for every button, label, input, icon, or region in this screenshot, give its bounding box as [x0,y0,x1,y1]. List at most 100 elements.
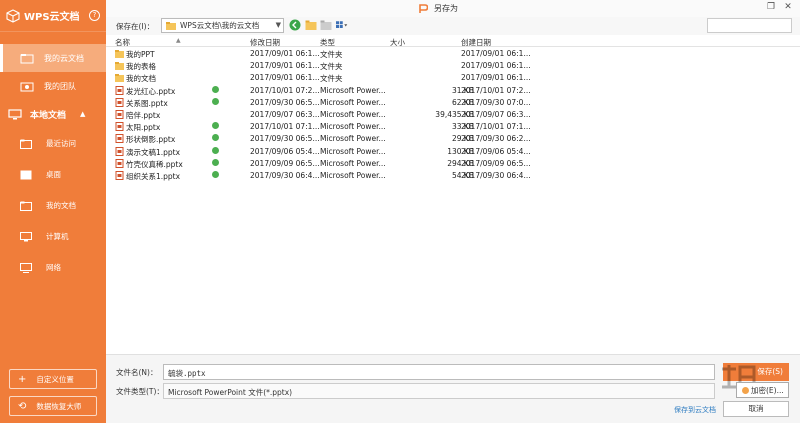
plus-icon: + [18,373,27,385]
file-created: 2017/09/01 06:1... [461,61,531,71]
dialog-title-text: 另存为 [434,4,458,13]
sidebar-item-desktop[interactable]: 桌面 [0,159,106,190]
data-recovery-button[interactable]: ⟲ 数据恢复大师 [9,396,97,416]
file-type: Microsoft Power... [320,170,386,180]
chevron-down-icon: ▼ [275,21,281,29]
save-location-select[interactable]: WPS云文档\我的云文档 ▼ [161,18,284,33]
back-icon[interactable] [289,19,301,31]
local-docs-header[interactable]: 本地文档 ▲ [0,100,106,128]
brand-header: WPS云文档 ? [0,0,106,32]
help-icon[interactable]: ? [89,10,100,21]
team-icon [20,82,34,91]
synced-check-icon [212,158,219,166]
sidebar-item-my-documents[interactable]: 我的文档 [0,190,106,221]
local-docs-label: 本地文档 [30,110,67,121]
save-location-value: WPS云文档\我的云文档 [180,21,260,30]
lock-icon [742,386,749,394]
table-row[interactable]: 竹壳仪真稀.pptx 2017/09/09 06:5... Microsoft Po… [106,157,800,169]
file-modified: 2017/09/30 06:5... [250,97,320,107]
custom-location-button[interactable]: + 自定义位置 [9,369,97,389]
file-created: 2017/09/30 07:0... [461,97,531,107]
table-row[interactable]: 发光红心.pptx 2017/10/01 07:2... Microsoft Pow… [106,84,800,96]
encrypt-label: 加密(E)... [751,385,784,395]
table-row[interactable]: 太阳.pptx 2017/10/01 07:1... Microsoft Power… [106,120,800,132]
sidebar-item-network[interactable]: 网络 [0,252,106,283]
file-type: Microsoft Power... [320,134,386,144]
cloud-folder-icon [20,53,34,63]
encrypt-button[interactable]: 加密(E)... [736,382,789,398]
table-row[interactable]: 形状倒影.pptx 2017/09/30 06:5... Microsoft Pow… [106,132,800,144]
file-modified: 2017/09/06 05:4... [250,146,320,156]
folder-icon [115,50,124,58]
pptx-file-icon [115,85,124,95]
restore-button[interactable]: ❐ [764,2,778,14]
dialog-title: 另存为 [419,3,458,14]
sidebar-item-recent[interactable]: 最近访问 [0,128,106,159]
cancel-button[interactable]: 取消 [723,401,789,417]
save-options-panel: 文件名(N)： 毓袋.pptx 文件类型(T)： Microsoft Power… [106,354,800,423]
folder-icon [115,74,124,83]
custom-location-label: 自定义位置 [36,374,74,384]
table-row[interactable]: 我的PPT 2017/09/01 06:1... 文件夹 2017/09/01 06:… [106,47,800,59]
file-created: 2017/09/09 06:5... [461,158,531,168]
table-row[interactable]: 陪伴.pptx 2017/09/07 06:3... Microsoft Power… [106,108,800,120]
file-created: 2017/10/01 07:2... [461,85,531,95]
table-row[interactable]: 演示文稿1.pptx 2017/09/06 05:4... Microsoft Po… [106,145,800,157]
view-menu-icon[interactable] [336,19,348,31]
file-rows: 我的PPT 2017/09/01 06:1... 文件夹 2017/09/01 06:… [106,47,800,181]
file-created: 2017/09/30 06:4... [461,170,531,180]
pptx-file-icon [115,109,124,119]
recovery-icon: ⟲ [18,400,27,412]
list-header: ▲ 名称 修改日期 类型 大小 创建日期 [106,35,800,47]
file-name: 组织关系1.pptx [126,171,181,181]
synced-check-icon [212,85,219,93]
file-created: 2017/09/07 06:3... [461,109,531,119]
pptx-file-icon [115,134,124,144]
file-modified: 2017/09/01 06:1... [250,73,320,83]
sidebar-item-label: 网络 [46,263,61,272]
synced-check-icon [212,146,219,154]
save-to-cloud-link[interactable]: 保存到云文档 [674,405,716,415]
file-modified: 2017/10/01 07:2... [250,85,320,95]
file-modified: 2017/09/01 06:1... [250,61,320,71]
file-created: 2017/10/01 07:1... [461,122,531,132]
table-row[interactable]: 关系图.pptx 2017/09/30 06:5... Microsoft Powe… [106,96,800,108]
monitor-icon [8,108,22,119]
synced-check-icon [212,134,219,142]
sidebar-item-label: 我的团队 [44,81,76,91]
sidebar-item-computer[interactable]: 计算机 [0,221,106,252]
new-folder-icon[interactable] [320,19,332,31]
pptx-file-icon [115,170,124,180]
network-icon [20,262,32,273]
up-folder-icon[interactable] [305,19,317,31]
file-list: ▲ 名称 修改日期 类型 大小 创建日期 我的PPT 2017/09/01 06:… [106,35,800,354]
sort-ascending-icon: ▲ [176,37,181,44]
brand-name: WPS云文档 [24,12,80,23]
search-input[interactable] [707,18,792,33]
chevron-up-icon[interactable]: ▲ [80,110,85,118]
filename-input[interactable]: 毓袋.pptx [163,364,715,380]
sidebar-item-my-team[interactable]: 我的团队 [0,72,106,100]
table-row[interactable]: 组织关系1.pptx 2017/09/30 06:4... Microsoft Po… [106,169,800,181]
file-type: Microsoft Power... [320,146,386,156]
folder-icon [166,21,176,30]
file-type: Microsoft Power... [320,122,386,132]
filetype-label: 文件类型(T)： [116,387,164,396]
sidebar-item-my-cloud-docs[interactable]: 我的云文档 [0,44,106,72]
file-modified: 2017/10/01 07:1... [250,122,320,132]
sidebar-item-label: 计算机 [46,232,69,241]
title-bar: 另存为 ❐ ✕ [106,0,800,17]
file-modified: 2017/09/01 06:1... [250,49,320,58]
table-row[interactable]: 我的文档 2017/09/01 06:1... 文件夹 2017/09/01 06:1… [106,71,800,83]
save-in-label: 保存在(I)： [116,22,155,31]
pptx-file-icon [115,97,124,107]
file-type: Microsoft Power... [320,85,386,95]
filetype-select[interactable]: Microsoft PowerPoint 文件(*.pptx) [163,383,715,399]
synced-check-icon [212,170,219,178]
close-button[interactable]: ✕ [781,2,795,14]
file-type: Microsoft Power... [320,109,386,119]
sidebar-item-label: 我的云文档 [44,53,84,63]
synced-check-icon [212,97,219,105]
table-row[interactable]: 我的表格 2017/09/01 06:1... 文件夹 2017/09/01 06:1… [106,59,800,71]
file-modified: 2017/09/09 06:5... [250,158,320,168]
